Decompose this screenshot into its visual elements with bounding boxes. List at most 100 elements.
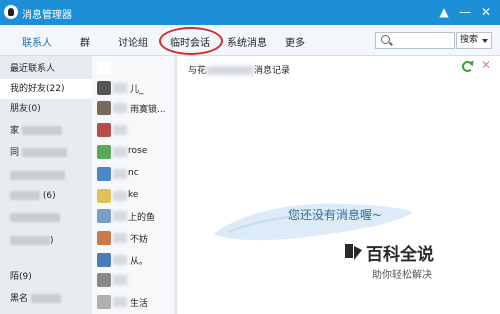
avatar: [97, 81, 111, 95]
group-item[interactable]: [0, 166, 92, 186]
redacted-text: [113, 169, 127, 179]
contact-name: 儿_: [130, 85, 144, 95]
group-label: ): [50, 236, 54, 246]
watermark-title: 百科全说: [366, 245, 434, 265]
tab-contacts[interactable]: 联系人: [22, 34, 52, 49]
tab-discussion-groups[interactable]: 讨论组: [118, 34, 148, 49]
delete-icon[interactable]: ✕: [481, 58, 491, 72]
group-item-recent[interactable]: 最近联系人: [0, 59, 92, 79]
redacted-text: [10, 213, 60, 222]
chat-title-suffix: 消息记录: [254, 66, 291, 76]
group-list: 最近联系人 我的好友(22) 朋友(0) 家 同 (6) ) 陌(9) 黑名: [0, 56, 92, 314]
list-item[interactable]: 儿_: [92, 78, 177, 98]
group-item-family[interactable]: 家: [0, 121, 92, 141]
title-bar: 消息管理器 ▲ — ✕: [0, 0, 500, 25]
redacted-text: [10, 236, 50, 245]
empty-message-text: 您还没有消息喔~: [288, 208, 383, 222]
list-item[interactable]: 生活: [92, 292, 177, 312]
redacted-text: [10, 191, 40, 200]
redacted-text: [113, 211, 127, 221]
redacted-text: [113, 275, 127, 285]
redacted-text: [113, 233, 127, 243]
contact-name: 从。: [130, 257, 149, 267]
avatar: [97, 101, 111, 115]
list-item[interactable]: [92, 270, 177, 290]
contact-name: nc: [128, 168, 139, 178]
avatar: [97, 61, 111, 75]
avatar: [97, 295, 111, 309]
search-input[interactable]: [392, 33, 454, 48]
list-item[interactable]: [92, 58, 177, 78]
list-item[interactable]: 上的鱼: [92, 206, 177, 226]
redacted-text: [21, 126, 62, 135]
avatar: [97, 231, 111, 245]
contact-name: ke: [128, 190, 139, 200]
avatar: [97, 189, 111, 203]
group-item-strangers[interactable]: 陌(9): [0, 267, 92, 287]
group-item[interactable]: ): [0, 231, 92, 251]
highlight-circle: [159, 27, 223, 55]
redacted-text: [30, 294, 61, 303]
tab-groups[interactable]: 群: [80, 34, 90, 49]
nav-bar: 联系人 群 讨论组 临时会话 系统消息 更多 搜索: [0, 25, 500, 56]
search-button[interactable]: 搜索: [456, 32, 492, 49]
watermark-logo-icon: [345, 244, 362, 260]
redacted-text: [206, 66, 255, 75]
list-item[interactable]: nc: [92, 164, 177, 184]
list-item[interactable]: 不妨: [92, 228, 177, 248]
window-maximize-button[interactable]: —: [455, 3, 475, 21]
redacted-text: [113, 103, 127, 113]
list-item[interactable]: rose: [92, 142, 177, 162]
chevron-down-icon: [482, 39, 488, 43]
avatar: [97, 145, 111, 159]
group-item[interactable]: (6): [0, 186, 92, 206]
tab-system-messages[interactable]: 系统消息: [227, 34, 267, 49]
group-label: 我的好友(22): [10, 84, 65, 94]
redacted-text: [113, 125, 127, 135]
group-label: 朋友(0): [10, 104, 41, 114]
search-button-label: 搜索: [460, 35, 479, 45]
redacted-text: [113, 147, 127, 157]
contact-list: 儿_ 雨寞锁... rose nc ke 上的鱼 不妨 从。 生活: [92, 56, 177, 314]
contact-list-scrollbar[interactable]: [174, 56, 176, 314]
avatar: [97, 273, 111, 287]
avatar: [97, 123, 111, 137]
contact-name: 上的鱼: [128, 213, 156, 223]
redacted-text: [113, 191, 127, 201]
list-item[interactable]: 从。: [92, 250, 177, 270]
contact-name: 生活: [130, 299, 149, 309]
search-icon: [381, 35, 390, 44]
refresh-icon[interactable]: [462, 61, 473, 72]
group-item-classmates[interactable]: 同: [0, 143, 92, 163]
list-item[interactable]: ke: [92, 186, 177, 206]
group-label: 家: [10, 126, 20, 136]
redacted-text: [21, 148, 67, 157]
redacted-text: [113, 255, 127, 265]
group-item-my-friends[interactable]: 我的好友(22): [0, 79, 92, 99]
contact-name: 不妨: [130, 235, 149, 245]
window-minimize-button[interactable]: ▲: [434, 3, 454, 21]
group-item[interactable]: [0, 208, 92, 228]
qq-app-icon: [4, 5, 18, 19]
search-box: [375, 32, 455, 49]
avatar: [97, 167, 111, 181]
group-label: 同: [10, 148, 20, 158]
group-label: (6): [42, 191, 56, 201]
group-label: 黑名: [10, 294, 29, 304]
list-item[interactable]: [92, 120, 177, 140]
chat-title-prefix: 与花: [188, 66, 207, 76]
group-label: 陌(9): [10, 272, 32, 282]
tab-more[interactable]: 更多: [285, 34, 305, 49]
group-label: 最近联系人: [10, 64, 56, 74]
chat-header-title: 与花 消息记录: [188, 63, 290, 76]
avatar: [97, 209, 111, 223]
list-item[interactable]: 雨寞锁...: [92, 98, 177, 118]
group-item-friends[interactable]: 朋友(0): [0, 99, 92, 119]
contact-name: 雨寞锁...: [130, 105, 166, 115]
window-close-button[interactable]: ✕: [476, 3, 496, 21]
redacted-text: [113, 297, 127, 307]
window-title: 消息管理器: [22, 10, 72, 21]
group-item-blacklist[interactable]: 黑名: [0, 289, 92, 309]
redacted-text: [10, 171, 65, 180]
message-pane: 与花 消息记录 ✕ 您还没有消息喔~ 百科全说 助你轻松解决: [178, 56, 500, 314]
